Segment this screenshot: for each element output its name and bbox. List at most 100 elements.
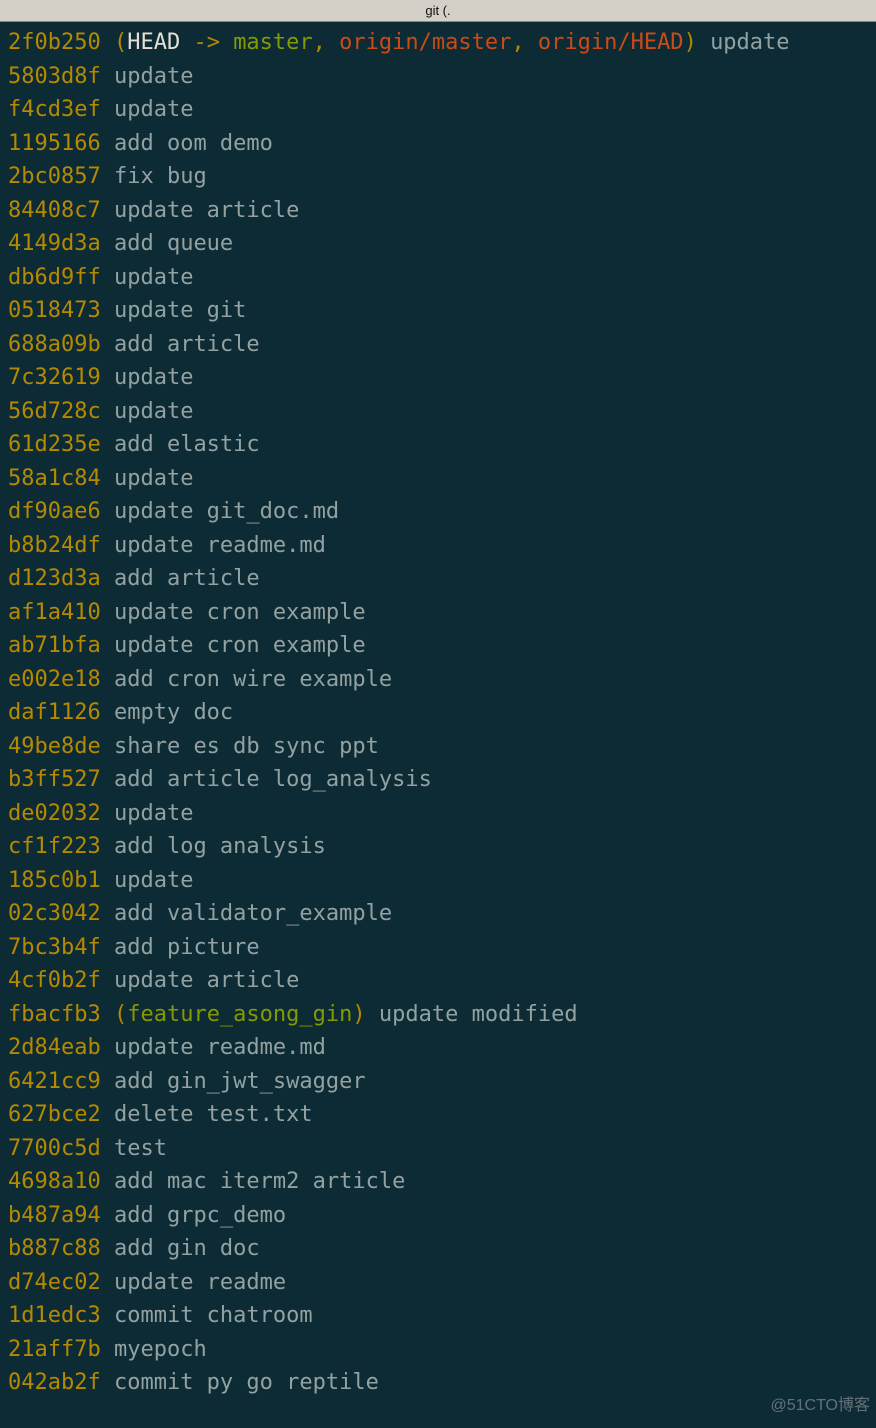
ref-open-paren: ( — [114, 30, 127, 55]
git-log-line[interactable]: 4cf0b2f update article — [8, 964, 868, 998]
git-log-line[interactable]: b8b24df update readme.md — [8, 529, 868, 563]
git-log-line[interactable]: d74ec02 update readme — [8, 1266, 868, 1300]
commit-message: add validator_example — [114, 901, 392, 926]
commit-message: update article — [114, 198, 299, 223]
git-log-line[interactable]: 7bc3b4f add picture — [8, 931, 868, 965]
git-log-line[interactable]: e002e18 add cron wire example — [8, 663, 868, 697]
commit-hash: 49be8de — [8, 734, 101, 759]
git-log-line[interactable]: d123d3a add article — [8, 562, 868, 596]
git-log-line[interactable]: 58a1c84 update — [8, 462, 868, 496]
commit-message: update readme — [114, 1270, 286, 1295]
git-log-line[interactable]: 1d1edc3 commit chatroom — [8, 1299, 868, 1333]
git-log-line[interactable]: b487a94 add grpc_demo — [8, 1199, 868, 1233]
git-log-line[interactable]: 56d728c update — [8, 395, 868, 429]
commit-message: add log analysis — [114, 834, 326, 859]
commit-hash: 2d84eab — [8, 1035, 101, 1060]
git-log-line[interactable]: b887c88 add gin doc — [8, 1232, 868, 1266]
git-log-line[interactable]: df90ae6 update git_doc.md — [8, 495, 868, 529]
commit-message: update — [114, 64, 193, 89]
commit-hash: 7c32619 — [8, 365, 101, 390]
git-log-line[interactable]: 21aff7b myepoch — [8, 1333, 868, 1367]
commit-hash: 0518473 — [8, 298, 101, 323]
commit-hash: cf1f223 — [8, 834, 101, 859]
git-log-line[interactable]: fbacfb3 (feature_asong_gin) update modif… — [8, 998, 868, 1032]
ref-separator: , — [313, 30, 340, 55]
ref-close-paren: ) — [684, 30, 697, 55]
commit-message: myepoch — [114, 1337, 207, 1362]
git-log-line[interactable]: 5803d8f update — [8, 60, 868, 94]
commit-message: update modified — [379, 1002, 578, 1027]
commit-message: add article — [114, 332, 260, 357]
commit-hash: 042ab2f — [8, 1370, 101, 1395]
git-log-line[interactable]: db6d9ff update — [8, 261, 868, 295]
git-log-line[interactable]: 4149d3a add queue — [8, 227, 868, 261]
head-ref: HEAD — [127, 30, 180, 55]
commit-message: add article — [114, 566, 260, 591]
git-log-line[interactable]: ab71bfa update cron example — [8, 629, 868, 663]
commit-hash: 58a1c84 — [8, 466, 101, 491]
git-log-line[interactable]: 61d235e add elastic — [8, 428, 868, 462]
git-log-line[interactable]: f4cd3ef update — [8, 93, 868, 127]
commit-message: update git — [114, 298, 246, 323]
commit-message: update — [114, 466, 193, 491]
git-log-line[interactable]: cf1f223 add log analysis — [8, 830, 868, 864]
git-log-line[interactable]: b3ff527 add article log_analysis — [8, 763, 868, 797]
git-log-line[interactable]: 688a09b add article — [8, 328, 868, 362]
git-log-line[interactable]: 2bc0857 fix bug — [8, 160, 868, 194]
terminal-output[interactable]: 2f0b250 (HEAD -> master, origin/master, … — [0, 22, 876, 1404]
commit-hash: b8b24df — [8, 533, 101, 558]
commit-message: delete test.txt — [114, 1102, 313, 1127]
git-log-line[interactable]: af1a410 update cron example — [8, 596, 868, 630]
git-log-line[interactable]: 7700c5d test — [8, 1132, 868, 1166]
commit-message: add cron wire example — [114, 667, 392, 692]
git-log-line[interactable]: 2f0b250 (HEAD -> master, origin/master, … — [8, 26, 868, 60]
commit-message: add grpc_demo — [114, 1203, 286, 1228]
commit-hash: df90ae6 — [8, 499, 101, 524]
git-log-line[interactable]: 627bce2 delete test.txt — [8, 1098, 868, 1132]
git-log-line[interactable]: 0518473 update git — [8, 294, 868, 328]
commit-hash: b887c88 — [8, 1236, 101, 1261]
git-log-line[interactable]: 1195166 add oom demo — [8, 127, 868, 161]
commit-message: add gin doc — [114, 1236, 260, 1261]
commit-hash: 7700c5d — [8, 1136, 101, 1161]
commit-message: add article log_analysis — [114, 767, 432, 792]
commit-message: share es db sync ppt — [114, 734, 379, 759]
commit-hash: 56d728c — [8, 399, 101, 424]
git-log-line[interactable]: 042ab2f commit py go reptile — [8, 1366, 868, 1400]
commit-message: empty doc — [114, 700, 233, 725]
commit-message: update — [114, 868, 193, 893]
commit-hash: db6d9ff — [8, 265, 101, 290]
commit-hash: e002e18 — [8, 667, 101, 692]
commit-hash: ab71bfa — [8, 633, 101, 658]
commit-hash: 4149d3a — [8, 231, 101, 256]
commit-hash: af1a410 — [8, 600, 101, 625]
git-log-line[interactable]: 6421cc9 add gin_jwt_swagger — [8, 1065, 868, 1099]
commit-hash: fbacfb3 — [8, 1002, 101, 1027]
commit-hash: d74ec02 — [8, 1270, 101, 1295]
commit-message: update — [114, 801, 193, 826]
git-log-line[interactable]: 2d84eab update readme.md — [8, 1031, 868, 1065]
commit-hash: f4cd3ef — [8, 97, 101, 122]
commit-message: fix bug — [114, 164, 207, 189]
commit-message: commit py go reptile — [114, 1370, 379, 1395]
commit-message: add picture — [114, 935, 260, 960]
ref-close-paren: ) — [352, 1002, 365, 1027]
commit-message: update — [114, 265, 193, 290]
git-log-line[interactable]: de02032 update — [8, 797, 868, 831]
git-log-line[interactable]: 49be8de share es db sync ppt — [8, 730, 868, 764]
window-title: git (. — [425, 0, 450, 22]
git-log-line[interactable]: 4698a10 add mac iterm2 article — [8, 1165, 868, 1199]
git-log-line[interactable]: 7c32619 update — [8, 361, 868, 395]
local-branch-ref: master — [233, 30, 312, 55]
commit-message: update git_doc.md — [114, 499, 339, 524]
commit-hash: de02032 — [8, 801, 101, 826]
commit-message: add mac iterm2 article — [114, 1169, 405, 1194]
git-log-line[interactable]: daf1126 empty doc — [8, 696, 868, 730]
commit-hash: 185c0b1 — [8, 868, 101, 893]
git-log-line[interactable]: 84408c7 update article — [8, 194, 868, 228]
git-log-line[interactable]: 02c3042 add validator_example — [8, 897, 868, 931]
commit-message: update readme.md — [114, 1035, 326, 1060]
git-log-line[interactable]: 185c0b1 update — [8, 864, 868, 898]
commit-hash: 2f0b250 — [8, 30, 101, 55]
commit-message: update article — [114, 968, 299, 993]
